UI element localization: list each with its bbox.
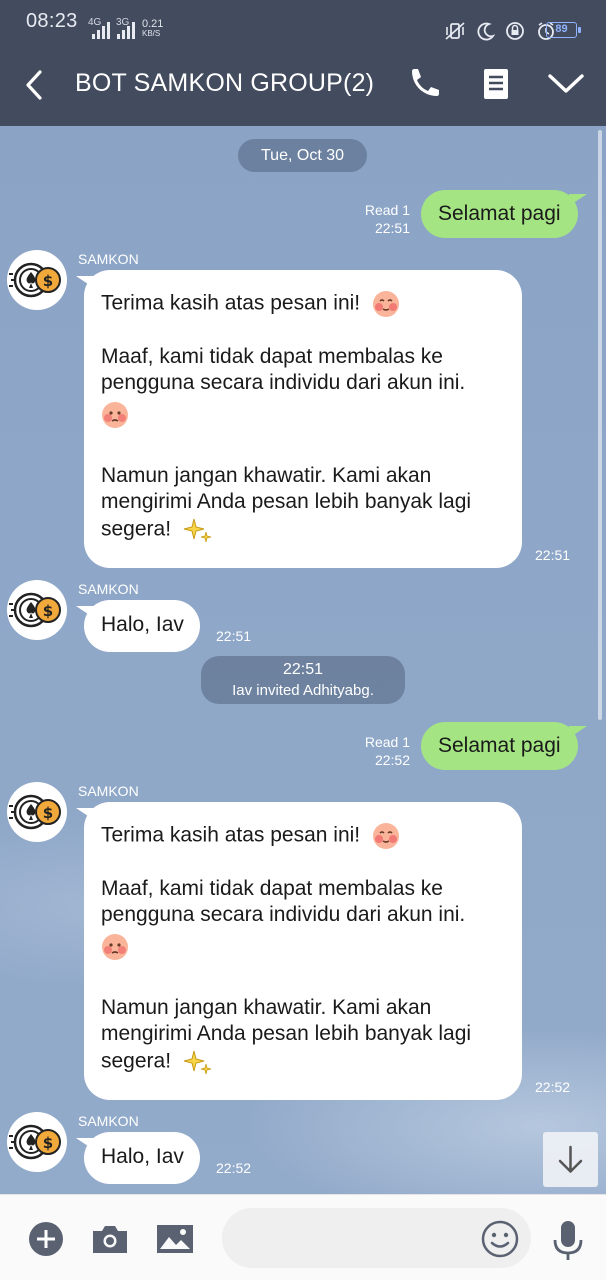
date-separator: Tue, Oct 30 bbox=[238, 139, 367, 172]
received-message-bubble[interactable]: Terima kasih atas pesan ini! Maaf, kami … bbox=[76, 802, 522, 1100]
avatar[interactable]: $ bbox=[7, 782, 67, 842]
battery-indicator: 89 bbox=[546, 22, 581, 38]
sent-message-bubble[interactable]: Selamat pagi bbox=[421, 722, 587, 770]
camera-button[interactable] bbox=[90, 1219, 130, 1259]
message-time: 22:51 bbox=[535, 547, 571, 563]
status-bar: 08:23 4G 3G 0.21 KB/S 89 bbox=[0, 0, 606, 44]
chat-title: BOT SAMKON GROUP(2) bbox=[75, 69, 375, 97]
chat-area[interactable]: Tue, Oct 30 Read 1 22:51 Selamat pagi $ … bbox=[0, 126, 606, 1194]
plus-icon bbox=[29, 1222, 63, 1256]
call-button[interactable] bbox=[404, 64, 444, 104]
received-message-bubble[interactable]: Halo, Iav bbox=[76, 1132, 200, 1184]
sent-message-bubble[interactable]: Selamat pagi bbox=[421, 190, 587, 238]
svg-text:$: $ bbox=[43, 602, 53, 620]
blushing-face-icon bbox=[372, 823, 399, 849]
scroll-to-bottom-button[interactable] bbox=[543, 1132, 598, 1187]
lock-icon bbox=[506, 21, 525, 40]
system-notice: 22:51 Iav invited Adhityabg. bbox=[201, 656, 405, 704]
svg-text:$: $ bbox=[43, 804, 53, 822]
message-input-bar bbox=[0, 1194, 606, 1280]
avatar[interactable]: $ bbox=[7, 1112, 67, 1172]
svg-text:$: $ bbox=[43, 272, 53, 290]
attach-button[interactable] bbox=[26, 1219, 66, 1259]
avatar[interactable]: $ bbox=[7, 580, 67, 640]
gallery-button[interactable] bbox=[155, 1219, 195, 1259]
sender-name: SAMKON bbox=[78, 581, 139, 597]
samkon-logo-icon: $ bbox=[9, 1124, 61, 1160]
sender-name: SAMKON bbox=[78, 783, 139, 799]
notes-button[interactable] bbox=[476, 64, 516, 104]
pleading-face-icon bbox=[102, 402, 128, 428]
image-icon bbox=[157, 1225, 193, 1253]
samkon-logo-icon: $ bbox=[9, 794, 61, 830]
signal-icon-2 bbox=[117, 21, 137, 39]
message-time: 22:51 bbox=[374, 220, 410, 236]
moon-icon bbox=[477, 22, 495, 40]
received-message-bubble[interactable]: Terima kasih atas pesan ini! Maaf, kami … bbox=[76, 270, 522, 568]
sparkles-icon bbox=[183, 518, 211, 543]
chevron-down-icon bbox=[548, 74, 584, 93]
message-time: 22:52 bbox=[535, 1079, 571, 1095]
system-notice-text: Iav invited Adhityabg. bbox=[232, 682, 374, 699]
chat-header: BOT SAMKON GROUP(2) bbox=[0, 44, 606, 126]
emoji-icon bbox=[481, 1220, 519, 1258]
read-receipt: Read 1 bbox=[364, 734, 410, 750]
signal-icon bbox=[92, 21, 112, 39]
message-time: 22:52 bbox=[216, 1160, 252, 1176]
system-notice-time: 22:51 bbox=[282, 661, 324, 678]
voice-button[interactable] bbox=[548, 1219, 588, 1260]
samkon-logo-icon: $ bbox=[9, 262, 61, 298]
emoji-button[interactable] bbox=[480, 1219, 520, 1259]
camera-icon bbox=[93, 1226, 127, 1253]
phone-icon bbox=[412, 69, 439, 96]
samkon-logo-icon: $ bbox=[9, 592, 61, 628]
network-speed: 0.21 KB/S bbox=[142, 18, 164, 39]
menu-toggle-button[interactable] bbox=[546, 64, 586, 104]
status-icons bbox=[444, 20, 556, 41]
sender-name: SAMKON bbox=[78, 1113, 139, 1129]
message-time: 22:51 bbox=[216, 628, 252, 644]
notes-icon bbox=[484, 69, 508, 99]
avatar[interactable]: $ bbox=[7, 250, 67, 310]
back-button[interactable] bbox=[20, 68, 50, 102]
pleading-face-icon bbox=[102, 934, 128, 960]
message-time: 22:52 bbox=[374, 752, 410, 768]
read-receipt: Read 1 bbox=[364, 202, 410, 218]
svg-text:$: $ bbox=[43, 1134, 53, 1152]
sent-message-meta: Read 1 22:52 bbox=[340, 733, 410, 769]
sent-message-meta: Read 1 22:51 bbox=[340, 201, 410, 237]
scrollbar[interactable] bbox=[598, 130, 602, 720]
back-arrow-icon bbox=[26, 70, 42, 100]
arrow-down-icon bbox=[558, 1145, 583, 1173]
status-time: 08:23 bbox=[26, 10, 78, 32]
microphone-icon bbox=[553, 1221, 583, 1260]
sparkles-icon bbox=[183, 1050, 211, 1075]
sender-name: SAMKON bbox=[78, 251, 139, 267]
blushing-face-icon bbox=[372, 291, 399, 317]
vibrate-icon bbox=[445, 21, 465, 40]
received-message-bubble[interactable]: Halo, Iav bbox=[76, 600, 200, 652]
